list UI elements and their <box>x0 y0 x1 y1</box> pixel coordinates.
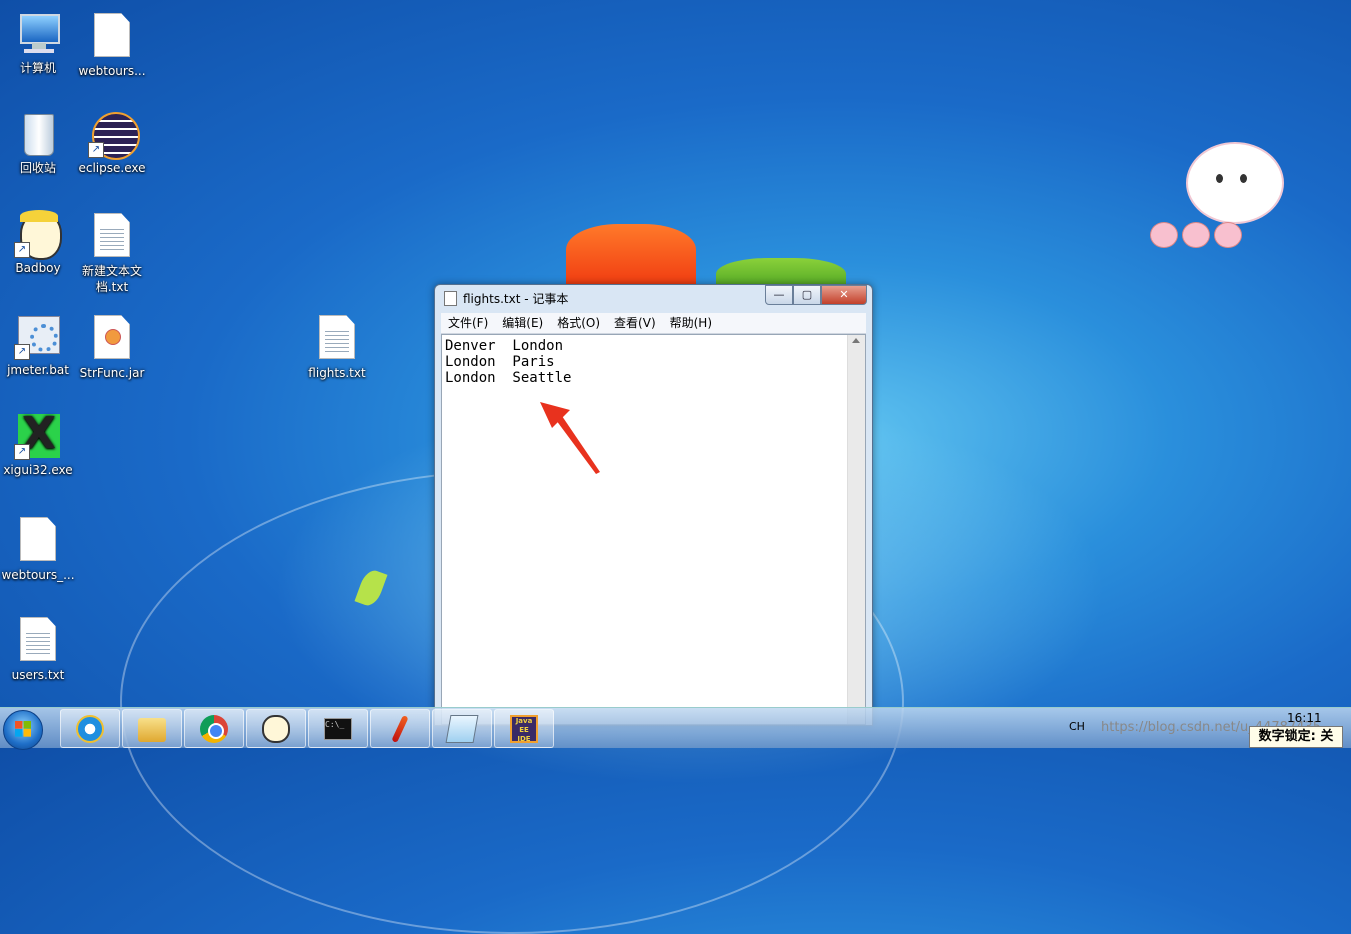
computer-icon <box>14 10 62 58</box>
desktop-icon-label: jmeter.bat <box>7 363 69 377</box>
arrow-shaft <box>556 416 600 474</box>
desktop-icon-computer[interactable]: 计算机 <box>0 10 76 76</box>
vertical-scrollbar[interactable] <box>847 335 865 724</box>
text-file-icon <box>313 315 361 363</box>
taskbar-explorer[interactable] <box>122 709 182 748</box>
desktop-icon-label: webtours_... <box>1 568 75 582</box>
java-ide-label: Java EE IDE <box>515 717 533 743</box>
flag-red <box>566 224 696 288</box>
menu-format[interactable]: 格式(O) <box>550 313 607 333</box>
minimize-button[interactable]: — <box>765 285 793 305</box>
pig-sticker <box>1182 222 1210 248</box>
xigui-icon: X ↗ <box>14 412 62 460</box>
menu-bar: 文件(F) 编辑(E) 格式(O) 查看(V) 帮助(H) <box>441 313 866 334</box>
badboy-icon <box>262 715 290 743</box>
badboy-icon: ↗ <box>14 210 62 260</box>
desktop-icon-webtours2[interactable]: webtours_... <box>0 514 76 583</box>
bunny-eye <box>1240 174 1247 183</box>
taskbar-cmd[interactable]: C:\_ <box>308 709 368 748</box>
desktop-icon-jmeter[interactable]: ↗ jmeter.bat <box>0 312 76 378</box>
taskbar-badboy[interactable] <box>246 709 306 748</box>
notepad-window[interactable]: flights.txt - 记事本 — ▢ ✕ 文件(F) 编辑(E) 格式(O… <box>434 284 873 726</box>
menu-help[interactable]: 帮助(H) <box>663 313 719 333</box>
eclipse-icon: ↗ <box>88 110 140 160</box>
windows-logo-icon <box>15 721 31 737</box>
cmd-label: C:\_ <box>325 720 345 729</box>
desktop-icon-label: 计算机 <box>19 61 56 75</box>
desktop-icon-label: webtours... <box>78 64 146 78</box>
file-icon <box>14 517 62 565</box>
bunny-sticker <box>1186 142 1284 224</box>
taskbar-notepad[interactable] <box>432 709 492 748</box>
desktop-icon-label: flights.txt <box>308 366 366 380</box>
menu-view[interactable]: 查看(V) <box>607 313 663 333</box>
notepad-icon <box>445 715 479 743</box>
desktop-icon-label: xigui32.exe <box>3 463 73 477</box>
language-indicator[interactable]: CH <box>1069 720 1085 733</box>
desktop-icon-new-text-doc[interactable]: 新建文本文档.txt <box>74 210 150 295</box>
desktop-icon-webtours[interactable]: webtours... <box>74 10 150 79</box>
taskbar: C:\_ Java EE IDE CH https://blog.csdn.ne… <box>0 707 1351 750</box>
close-button[interactable]: ✕ <box>821 285 867 305</box>
java-ee-ide-icon: Java EE IDE <box>510 715 538 743</box>
jar-file-icon <box>88 315 136 363</box>
window-controls: — ▢ ✕ <box>765 285 867 305</box>
maximize-button[interactable]: ▢ <box>793 285 821 305</box>
start-button[interactable] <box>3 710 43 750</box>
menu-edit[interactable]: 编辑(E) <box>495 313 550 333</box>
pig-sticker <box>1214 222 1242 248</box>
desktop-icon-label: Badboy <box>15 261 61 275</box>
internet-explorer-icon <box>76 715 104 743</box>
taskbar-feather[interactable] <box>370 709 430 748</box>
taskbar-ie[interactable] <box>60 709 120 748</box>
chrome-center <box>208 723 224 739</box>
editor-content[interactable]: Denver London London Paris London Seattl… <box>445 338 571 386</box>
desktop-icon-eclipse[interactable]: ↗ eclipse.exe <box>74 110 150 176</box>
text-file-icon <box>88 213 136 261</box>
desktop-icon-label: StrFunc.jar <box>79 366 145 380</box>
file-explorer-icon <box>138 718 166 742</box>
window-title: flights.txt - 记事本 <box>463 292 569 306</box>
desktop-icon-badboy[interactable]: ↗ Badboy <box>0 210 76 276</box>
text-editor[interactable]: Denver London London Paris London Seattl… <box>441 334 866 725</box>
cmd-icon: C:\_ <box>324 718 352 740</box>
batch-file-icon: ↗ <box>14 312 62 360</box>
desktop-icon-label: 新建文本文档.txt <box>81 264 142 294</box>
feather-icon <box>391 715 409 743</box>
desktop-icon-users[interactable]: users.txt <box>0 614 76 683</box>
menu-file[interactable]: 文件(F) <box>441 313 495 333</box>
desktop-icon-xigui[interactable]: X ↗ xigui32.exe <box>0 412 76 478</box>
desktop-icon-recycle-bin[interactable]: 回收站 <box>0 110 76 176</box>
bunny-eye <box>1216 174 1223 183</box>
text-file-icon <box>14 617 62 665</box>
taskbar-java-ide[interactable]: Java EE IDE <box>494 709 554 748</box>
file-icon <box>88 13 136 61</box>
numlock-indicator: 数字锁定: 关 <box>1249 726 1343 748</box>
annotation-arrow <box>540 402 600 474</box>
recycle-bin-icon <box>14 110 62 158</box>
pig-sticker <box>1150 222 1178 248</box>
desktop-icon-label: eclipse.exe <box>78 161 146 175</box>
desktop-icon-strfunc[interactable]: StrFunc.jar <box>74 312 150 381</box>
notepad-icon <box>444 291 457 306</box>
bamboo-leaf <box>354 567 388 609</box>
desktop-icon-label: 回收站 <box>19 161 56 175</box>
desktop-icon-label: users.txt <box>11 668 65 682</box>
desktop-icon-flights[interactable]: flights.txt <box>299 312 375 381</box>
scroll-up-icon[interactable] <box>852 338 860 343</box>
clock[interactable]: 16:11 <box>1287 711 1322 725</box>
taskbar-chrome[interactable] <box>184 709 244 748</box>
